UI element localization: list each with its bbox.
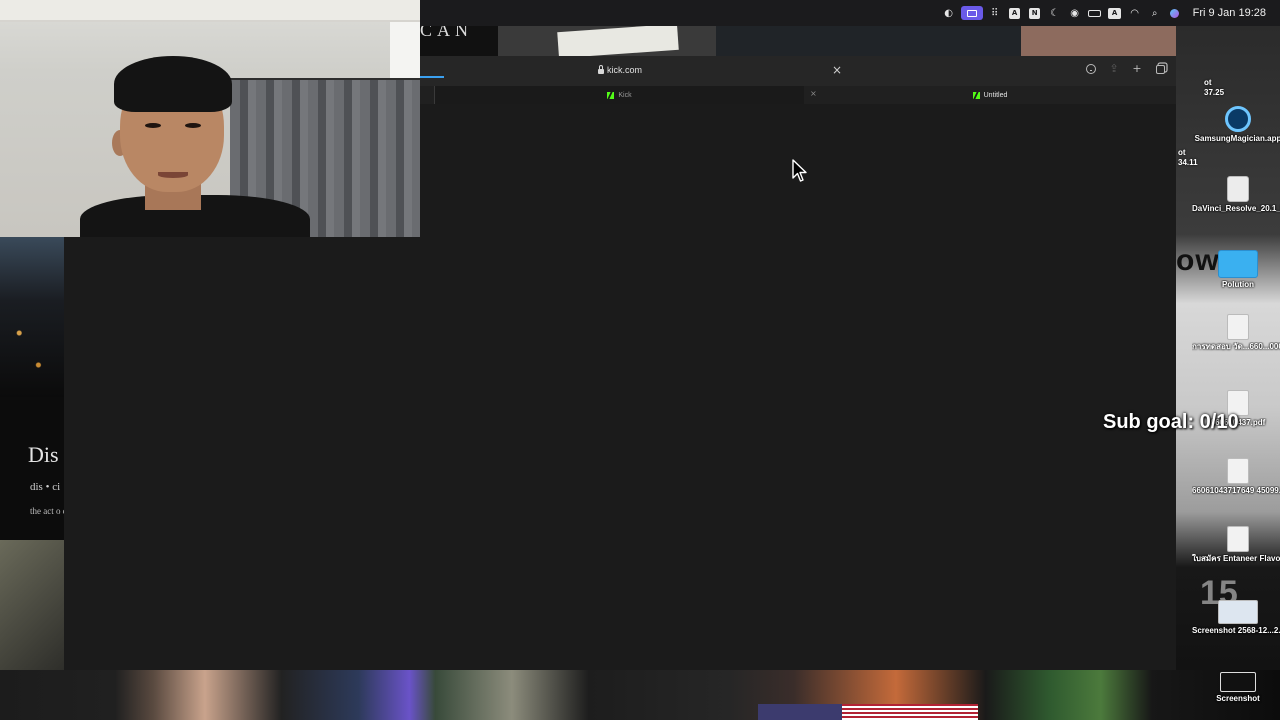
tabs-icon (1155, 65, 1165, 74)
samsung-magician-icon (1225, 106, 1251, 132)
new-tab-button[interactable]: + (1131, 62, 1143, 76)
tab-label: Kick (618, 91, 632, 99)
disk-image-icon (1227, 176, 1249, 202)
browser-window: kick.com × ⇪ + Kick × Untitled (420, 56, 1176, 670)
wallpaper-tile (0, 670, 1280, 720)
desktop-icon-label: Polution (1222, 280, 1254, 289)
desktop-icon-label: Screenshot 2568-12...2.36.30 (1192, 626, 1280, 635)
mouse-cursor-icon (792, 159, 807, 182)
page-load-progress (420, 76, 444, 78)
desktop-icon-polution[interactable]: Polution (1192, 250, 1280, 290)
tab-bar: Kick × Untitled (420, 86, 1176, 104)
webcam-window (390, 22, 420, 82)
share-button[interactable]: ⇪ (1108, 62, 1120, 76)
desktop-icon-label: 66061043717649 45099.pdf (1192, 486, 1280, 495)
wallpaper-tile (498, 26, 716, 56)
webcam-person-eye (185, 123, 201, 128)
browser-toolbar: kick.com × ⇪ + (420, 56, 1176, 86)
n-icon[interactable]: N (1025, 0, 1045, 26)
pdf-icon (1227, 314, 1249, 340)
wallpaper-tile (1021, 26, 1176, 56)
tab-untitled[interactable]: Untitled (804, 86, 1176, 104)
desktop-icon-label-partial: 37.25 (1204, 88, 1225, 97)
desktop-icon-label-partial: ot (1178, 148, 1186, 157)
desktop-icon-label: SamsungMagician.app (1194, 134, 1280, 143)
wallpaper-tile (0, 397, 64, 540)
webcam-feed (0, 0, 420, 237)
webcam-person-mouth (158, 172, 188, 178)
desktop-icon-pdf-1[interactable]: การทดสอบ วัด...660...006.pdf (1192, 314, 1280, 352)
desktop-icon-samsung-magician[interactable]: SamsungMagician.app (1192, 106, 1280, 144)
webcam-person-eye (145, 123, 161, 128)
desktop-icon-label-partial: 34.11 (1178, 158, 1198, 167)
address-bar-url: kick.com (607, 65, 643, 75)
webcam-ceiling (0, 0, 420, 22)
desktop-icon-pdf-3[interactable]: 66061043717649 45099.pdf (1192, 458, 1280, 496)
wifi-icon[interactable]: ◠ (1125, 0, 1145, 26)
downloads-button[interactable] (1085, 62, 1097, 76)
screenshot-icon (1218, 600, 1258, 624)
siri-icon[interactable] (1165, 0, 1185, 26)
desktop-icon-label: Screenshot (1216, 694, 1260, 703)
menu-bar-clock[interactable]: Fri 9 Jan 19:28 (1193, 7, 1266, 19)
keyboard-a-icon[interactable]: A (1105, 0, 1125, 26)
lock-icon (598, 64, 604, 74)
download-icon (1086, 64, 1096, 74)
folder-icon (1218, 250, 1258, 278)
screen-mirror-icon[interactable]: ◐ (939, 0, 959, 26)
desktop-icon-label-partial: ot (1204, 78, 1212, 87)
desktop-icon-label: การทดสอบ วัด...660...006.pdf (1192, 342, 1280, 351)
sub-goal-overlay: Sub goal: 0/10 (1103, 411, 1239, 433)
pdf-icon (1227, 526, 1249, 552)
battery-icon[interactable] (1085, 0, 1105, 26)
toolbar-buttons: ⇪ + (1085, 62, 1166, 76)
kick-logo-icon (972, 91, 980, 99)
pdf-icon (1227, 458, 1249, 484)
wallpaper-definition: the act o doing the (30, 506, 64, 516)
stage-manager-icon[interactable] (960, 6, 983, 20)
webcam-person-hair (114, 56, 232, 112)
wallpaper-heading: Dis (28, 442, 59, 467)
moon-icon[interactable]: ☾ (1045, 0, 1065, 26)
a-icon[interactable]: A (1005, 0, 1025, 26)
desktop-icon-label: DaVinci_Resolve_20.1_Mac.dmg (1192, 204, 1280, 213)
desktop: CAN Dis dis • ci the act o doing the ow … (0, 0, 1280, 720)
desktop-icon-screenshot-1[interactable]: Screenshot 2568-12...2.36.30 (1192, 600, 1280, 636)
flag-image (758, 704, 978, 720)
menu-bar-status-items: ◐ ⠿ A N ☾ ◉ A ◠ ⌕ Fri 9 Jan 19:28 (939, 0, 1280, 26)
tab-kick[interactable]: Kick (434, 86, 804, 104)
wallpaper-tile (716, 26, 1021, 56)
search-icon[interactable]: ⌕ (1145, 0, 1165, 26)
play-icon[interactable]: ◉ (1065, 0, 1085, 26)
tab-label: Untitled (983, 91, 1008, 99)
kick-logo-icon (607, 91, 615, 99)
desktop-icon-label: ใบสมัคร Entaneer Flavor H...2025.pdf (1192, 554, 1280, 563)
screenshot-icon (1220, 672, 1256, 692)
wallpaper-tile (0, 540, 64, 670)
stop-loading-button[interactable]: × (832, 63, 842, 77)
wallpaper-subtext: dis • ci (30, 481, 61, 493)
desktop-icon-pdf-4[interactable]: ใบสมัคร Entaneer Flavor H...2025.pdf (1192, 526, 1280, 564)
address-bar[interactable]: kick.com (598, 64, 643, 75)
desktop-icon-davinci[interactable]: DaVinci_Resolve_20.1_Mac.dmg (1192, 176, 1280, 214)
menu-bar: ◐ ⠿ A N ☾ ◉ A ◠ ⌕ Fri 9 Jan 19:28 (420, 0, 1280, 26)
desktop-icon-screenshot-2[interactable]: Screenshot (1192, 672, 1280, 704)
wallpaper-tile (0, 237, 64, 397)
tab-overview-button[interactable] (1154, 62, 1166, 76)
grid-icon[interactable]: ⠿ (985, 0, 1005, 26)
